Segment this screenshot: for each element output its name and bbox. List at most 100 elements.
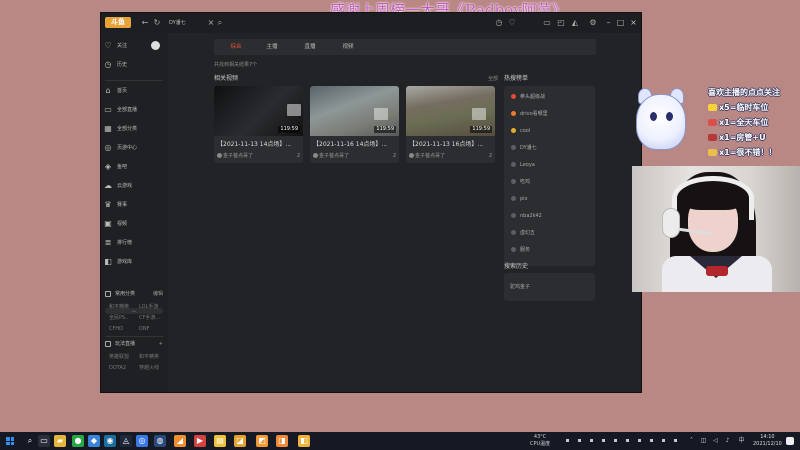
douyu-app-icon[interactable]: ◢ <box>174 435 186 447</box>
sidebar-item-cloud-game[interactable]: ☁ 云游戏 <box>103 179 165 193</box>
clock-icon[interactable]: ◷ <box>493 17 505 29</box>
play-live-link[interactable]: DOTA2 <box>109 364 126 372</box>
video-title[interactable]: 【2021-11-13 16点场】... <box>409 140 493 149</box>
avatar[interactable] <box>151 41 160 50</box>
mascot-body <box>636 94 686 150</box>
video-card[interactable]: 119:59 【2021-11-16 14点场】... 金子爸点哥了 2 <box>310 86 399 163</box>
sidebar-item-fish-bar[interactable]: ◈ 鱼吧 <box>103 160 165 174</box>
tray-app-icon[interactable]: ▪ <box>564 437 571 444</box>
start-button[interactable] <box>6 437 14 445</box>
play-live-link[interactable]: 英雄联盟 <box>109 353 129 361</box>
hot-search-item[interactable]: Leoya <box>504 158 595 171</box>
video-card[interactable]: 119:59 【2021-11-13 16点场】... 金子爸点哥了 2 <box>406 86 495 163</box>
hot-search-item[interactable]: cool <box>504 124 595 137</box>
hot-search-item[interactable]: 拳头超级战 <box>504 90 595 103</box>
task-view-icon[interactable]: ▭ <box>38 435 50 447</box>
tab-video[interactable]: 视频 <box>330 39 366 55</box>
back-icon[interactable]: ← <box>139 17 151 29</box>
tab-comprehensive[interactable]: 综合 <box>218 39 254 55</box>
video-title[interactable]: 【2021-11-13 14点场】... <box>217 140 301 149</box>
video-card[interactable]: 119:59 【2021-11-13 14点场】... 金子爸点哥了 2 <box>214 86 303 163</box>
video-author[interactable]: 金子爸点哥了 <box>223 152 253 160</box>
hot-search-item[interactable]: nba2k42 <box>504 209 595 222</box>
overlay-line: x1=全天车位 <box>708 117 800 129</box>
close-button[interactable]: × <box>628 17 639 29</box>
hot-search-text: pix <box>520 196 528 202</box>
refresh-icon[interactable]: ↻ <box>151 17 163 29</box>
minimize-button[interactable]: – <box>603 17 614 29</box>
view-all-link[interactable]: 全部 <box>488 75 498 83</box>
tab-live[interactable]: 直播 <box>292 39 328 55</box>
game-platform-icon[interactable]: ◬ <box>120 435 132 447</box>
app-icon[interactable]: ◪ <box>234 435 246 447</box>
wechat-icon[interactable]: ● <box>72 435 84 447</box>
category-link[interactable]: 和平精英 <box>109 303 129 311</box>
gift-icon[interactable]: ◰ <box>555 17 567 29</box>
sidebar-item-ranking[interactable]: ≣ 排行榜 <box>103 236 165 250</box>
message-icon[interactable]: ▭ <box>541 17 553 29</box>
tray-app-icon[interactable]: ▪ <box>624 437 631 444</box>
tray-app-icon[interactable]: ▪ <box>600 437 607 444</box>
sidebar-item-game-center[interactable]: ◎ 页游中心 <box>103 141 165 155</box>
hot-search-item[interactable]: 服务 <box>504 243 595 256</box>
chevron-up-icon[interactable]: ˄ <box>688 437 695 444</box>
notification-icon[interactable] <box>786 437 794 445</box>
speaker-icon[interactable]: ♪ <box>724 437 731 444</box>
headset-earcup <box>662 208 680 238</box>
add-play-live-button[interactable]: + <box>159 340 163 348</box>
video-title[interactable]: 【2021-11-16 14点场】... <box>313 140 397 149</box>
category-link[interactable]: CFHD <box>109 325 123 333</box>
hot-search-item[interactable]: drivo看哪里 <box>504 107 595 120</box>
category-link[interactable]: 全民PS.. <box>109 314 128 322</box>
tray-app-icon[interactable]: ▪ <box>636 437 643 444</box>
edit-categories-button[interactable]: 编辑 <box>153 290 163 298</box>
app-icon[interactable]: ◨ <box>276 435 288 447</box>
tray-app-icon[interactable]: ▪ <box>648 437 655 444</box>
category-link[interactable]: DNF <box>139 325 149 333</box>
video-author[interactable]: 金子爸点哥了 <box>415 152 445 160</box>
search-icon[interactable]: ⌕ <box>214 17 226 29</box>
shirt-icon[interactable]: ◭ <box>569 17 581 29</box>
media-icon[interactable]: ▶ <box>194 435 206 447</box>
file-explorer-icon[interactable]: ▰ <box>54 435 66 447</box>
video-author[interactable]: 金子爸点哥了 <box>319 152 349 160</box>
favorite-icon[interactable]: ♡ <box>506 17 518 29</box>
steam-icon[interactable]: ◉ <box>104 435 116 447</box>
qq-icon[interactable]: ◆ <box>88 435 100 447</box>
category-link[interactable]: CF手游... <box>139 314 160 322</box>
tray-app-icon[interactable]: ▪ <box>576 437 583 444</box>
sidebar-item-video[interactable]: ▣ 视频 <box>103 217 165 231</box>
settings-icon[interactable]: ⚙ <box>587 17 599 29</box>
sidebar-item-all-categories[interactable]: ▦ 全部分类 <box>103 122 165 136</box>
obs-icon[interactable]: ◍ <box>154 435 166 447</box>
sidebar-item-all-live[interactable]: ▭ 全部直播 <box>103 103 165 117</box>
tray-app-icon[interactable]: ▪ <box>660 437 667 444</box>
hot-search-item[interactable]: 吃鸡 <box>504 175 595 188</box>
search-history-item[interactable]: 驼鸡金子 <box>510 283 530 291</box>
volume-icon[interactable]: ◁ <box>712 437 719 444</box>
hot-search-item[interactable]: DY潘七 <box>504 141 595 154</box>
play-live-link[interactable]: 和平精英 <box>139 353 159 361</box>
browser-icon[interactable]: ◎ <box>136 435 148 447</box>
hot-search-text: Leoya <box>520 162 535 168</box>
app-icon[interactable]: ◧ <box>298 435 310 447</box>
tray-app-icon[interactable]: ▪ <box>588 437 595 444</box>
network-icon[interactable]: ◫ <box>700 437 707 444</box>
category-link[interactable]: LOL手游 <box>139 303 158 311</box>
input-method-icon[interactable]: 中 <box>738 437 745 444</box>
maximize-button[interactable]: □ <box>615 17 626 29</box>
sidebar-item-home[interactable]: ⌂ 首页 <box>103 84 165 98</box>
tray-app-icon[interactable]: ▪ <box>672 437 679 444</box>
sidebar-item-events[interactable]: ♛ 赛事 <box>103 198 165 212</box>
hot-search-item[interactable]: pix <box>504 192 595 205</box>
tab-streamers[interactable]: 主播 <box>254 39 290 55</box>
system-clock[interactable]: 14:10 2021/12/10 <box>753 434 782 448</box>
play-live-link[interactable]: 穿越火线 <box>139 364 159 372</box>
hot-search-item[interactable]: 虚幻五 <box>504 226 595 239</box>
sidebar-item-game-library[interactable]: ◧ 游戏库 <box>103 255 165 269</box>
search-icon[interactable]: ⌕ <box>24 435 36 447</box>
tray-app-icon[interactable]: ▪ <box>612 437 619 444</box>
sidebar-item-history[interactable]: ◷ 历史 <box>103 58 165 72</box>
folder-icon[interactable]: ▤ <box>214 435 226 447</box>
app-icon[interactable]: ◩ <box>256 435 268 447</box>
